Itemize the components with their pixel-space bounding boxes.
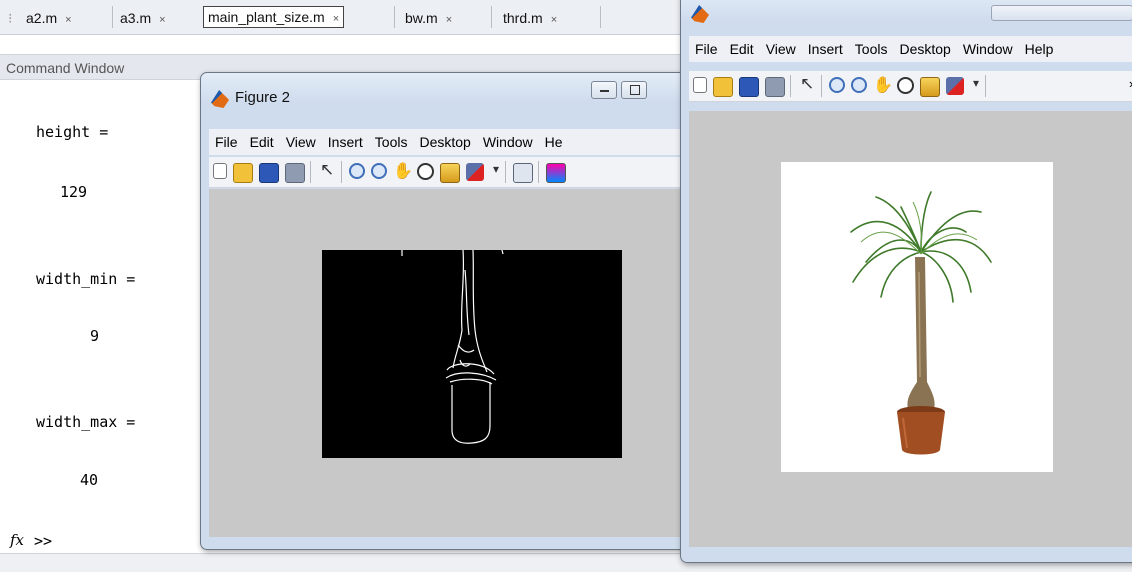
figure-2-toolbar <box>209 157 686 188</box>
output-value-height: 129 <box>60 183 88 201</box>
matlab-logo-icon <box>211 90 229 108</box>
data-cursor-icon[interactable] <box>440 163 460 183</box>
close-icon[interactable]: × <box>446 14 452 26</box>
tab-divider <box>112 6 113 28</box>
menu-edit[interactable]: Edit <box>724 36 760 62</box>
figure-1-toolbar: » <box>689 71 1132 102</box>
toolbar-separator <box>310 161 311 183</box>
toolbar-separator <box>790 75 791 97</box>
tab-label: a3.m <box>120 10 152 26</box>
output-variable-height: height = <box>36 123 109 141</box>
close-icon[interactable]: × <box>159 14 165 26</box>
toolbar-separator <box>538 161 539 183</box>
toolbar-separator <box>821 75 822 97</box>
pan-hand-icon[interactable] <box>393 161 413 181</box>
brush-icon[interactable] <box>946 77 964 95</box>
tab-label: a2.m <box>26 10 58 26</box>
pointer-arrow-icon[interactable] <box>318 160 336 181</box>
tab-bw[interactable]: bw.m × <box>405 8 452 28</box>
pan-hand-icon[interactable] <box>873 75 893 95</box>
menu-window[interactable]: Window <box>957 36 1019 62</box>
maximize-button[interactable] <box>621 81 647 99</box>
brush-icon[interactable] <box>466 163 484 181</box>
zoom-out-icon[interactable] <box>851 77 867 93</box>
menu-view[interactable]: View <box>760 36 802 62</box>
function-browser-icon[interactable]: fx <box>10 531 24 549</box>
dropdown-arrow-icon[interactable] <box>970 76 980 95</box>
figure-1-menu-bar: File Edit View Insert Tools Desktop Window Help <box>689 36 1132 62</box>
menu-tools[interactable]: Tools <box>369 129 414 155</box>
figure-2-menu-bar: File Edit View Insert Tools Desktop Window He <box>209 129 686 155</box>
menu-window[interactable]: Window <box>477 129 539 155</box>
figure-2-canvas[interactable] <box>209 189 686 537</box>
tab-label: bw.m <box>405 10 438 26</box>
rotate-3d-icon[interactable] <box>897 77 914 94</box>
edge-detection-image <box>322 250 622 458</box>
dropdown-arrow-icon[interactable] <box>490 162 500 181</box>
tab-bar-grip[interactable]: ⁝ <box>8 8 12 28</box>
print-icon[interactable] <box>765 77 785 97</box>
close-icon[interactable]: × <box>65 14 71 26</box>
tab-label: main_plant_size.m <box>208 9 325 25</box>
command-prompt[interactable]: >> <box>34 532 52 550</box>
close-icon[interactable]: × <box>551 14 557 26</box>
pointer-arrow-icon[interactable] <box>798 74 816 95</box>
output-variable-width-max: width_max = <box>36 413 136 431</box>
toolbar-separator <box>985 75 986 97</box>
figure-2-window[interactable]: Figure 2 File Edit View Insert Tools Desktop W… <box>200 72 695 550</box>
output-value-width-max: 40 <box>80 471 99 489</box>
minimize-icon <box>600 90 609 92</box>
menu-view[interactable]: View <box>280 129 322 155</box>
output-value-width-min: 9 <box>90 327 100 345</box>
tab-main-plant-size[interactable]: main_plant_size.m × <box>203 6 345 28</box>
menu-help[interactable]: Help <box>1019 36 1060 62</box>
new-figure-icon[interactable] <box>693 77 707 93</box>
menu-edit[interactable]: Edit <box>244 129 280 155</box>
zoom-in-icon[interactable] <box>349 163 365 179</box>
zoom-out-icon[interactable] <box>371 163 387 179</box>
plant-photo-image <box>781 162 1053 472</box>
figure-1-canvas[interactable] <box>689 111 1132 547</box>
matlab-logo-icon <box>691 5 709 23</box>
maximize-icon <box>630 85 640 95</box>
menu-insert[interactable]: Insert <box>802 36 849 62</box>
print-icon[interactable] <box>285 163 305 183</box>
colorbar-icon[interactable] <box>546 163 566 183</box>
menu-file[interactable]: File <box>209 129 244 155</box>
tab-divider <box>600 6 601 28</box>
save-icon[interactable] <box>259 163 279 183</box>
zoom-in-icon[interactable] <box>829 77 845 93</box>
figure-2-titlebar[interactable]: Figure 2 <box>201 73 694 108</box>
minimize-button[interactable] <box>591 81 617 99</box>
window-controls[interactable] <box>991 5 1132 21</box>
tab-a3[interactable]: a3.m × <box>120 8 166 28</box>
toolbar-separator <box>341 161 342 183</box>
data-cursor-icon[interactable] <box>920 77 940 97</box>
tab-label: thrd.m <box>503 10 543 26</box>
open-file-icon[interactable] <box>233 163 253 183</box>
figure-1-titlebar[interactable] <box>681 0 1132 31</box>
toolbar-separator <box>505 161 506 183</box>
menu-desktop[interactable]: Desktop <box>893 36 956 62</box>
save-icon[interactable] <box>739 77 759 97</box>
menu-insert[interactable]: Insert <box>322 129 369 155</box>
menu-file[interactable]: File <box>689 36 724 62</box>
figure-1-window[interactable]: File Edit View Insert Tools Desktop Window Help… <box>680 0 1132 563</box>
tab-thrd[interactable]: thrd.m × <box>503 8 557 28</box>
open-file-icon[interactable] <box>713 77 733 97</box>
tab-a2[interactable]: a2.m × <box>26 8 72 28</box>
rotate-3d-icon[interactable] <box>417 163 434 180</box>
close-icon[interactable]: × <box>333 13 339 25</box>
menu-desktop[interactable]: Desktop <box>413 129 476 155</box>
menu-tools[interactable]: Tools <box>849 36 894 62</box>
new-figure-icon[interactable] <box>213 163 227 179</box>
output-variable-width-min: width_min = <box>36 270 136 288</box>
tab-divider <box>394 6 395 28</box>
menu-help[interactable]: He <box>539 129 569 155</box>
link-plot-icon[interactable] <box>513 163 533 183</box>
window-title: Figure 2 <box>235 89 291 106</box>
tab-divider <box>491 6 492 28</box>
